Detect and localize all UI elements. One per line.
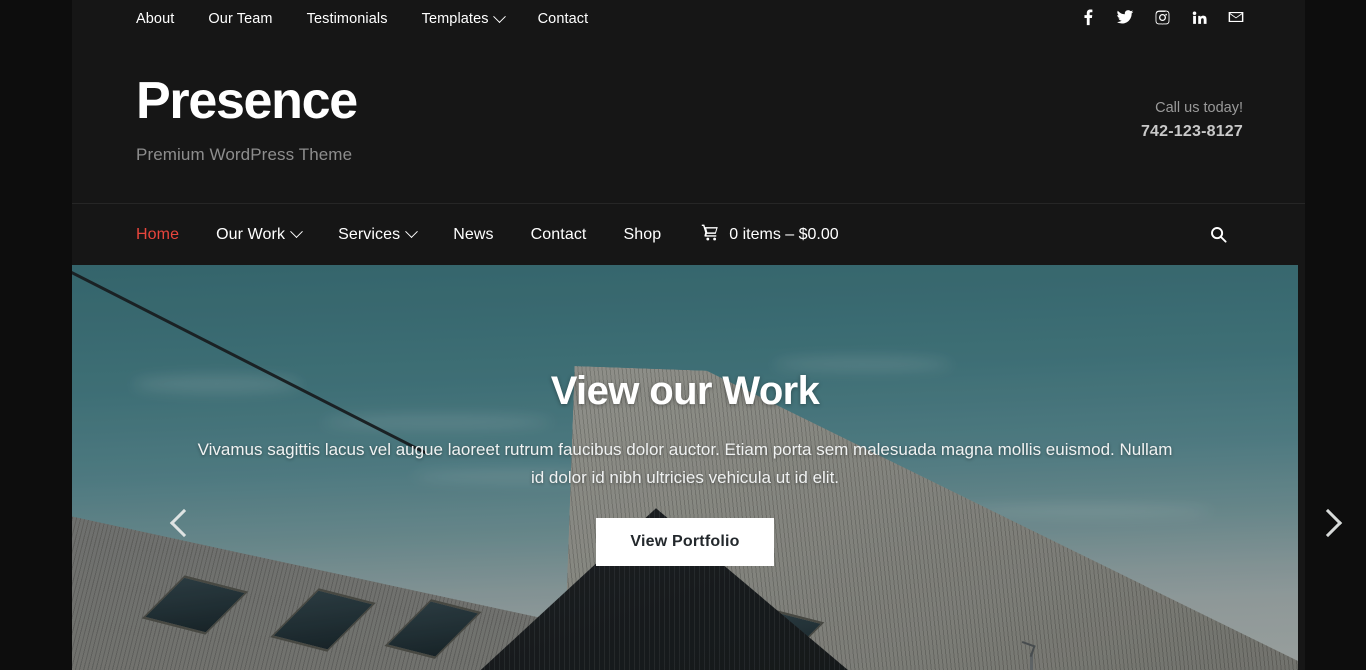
- instagram-icon[interactable]: [1153, 8, 1171, 26]
- nav-label: Home: [136, 225, 180, 243]
- cart-total-label: 0 items – $0.00: [729, 225, 839, 243]
- chevron-left-icon[interactable]: [169, 508, 200, 539]
- twitter-icon[interactable]: [1116, 8, 1134, 26]
- site-tagline: Premium WordPress Theme: [136, 144, 353, 164]
- shopping-cart-icon: [701, 223, 720, 247]
- email-icon[interactable]: [1227, 8, 1245, 26]
- hero-content: View our Work Vivamus sagittis lacus vel…: [72, 265, 1298, 670]
- linkedin-icon[interactable]: [1190, 8, 1208, 26]
- hero-paragraph: Vivamus sagittis lacus vel augue laoreet…: [197, 440, 1173, 487]
- topnav-label: Testimonials: [306, 11, 388, 27]
- secondary-navigation: About Our Team Testimonials Templates Co…: [136, 9, 589, 27]
- topnav-label: About: [136, 11, 175, 27]
- search-icon[interactable]: [1207, 224, 1229, 246]
- topnav-item-testimonials[interactable]: Testimonials: [307, 11, 388, 27]
- nav-label: Shop: [623, 225, 662, 243]
- call-to-action-phone: Call us today! 742-123-8127: [1141, 100, 1243, 141]
- site-branding: Presence Premium WordPress Theme: [136, 74, 358, 165]
- topnav-item-templates[interactable]: Templates: [421, 9, 506, 27]
- cart-link[interactable]: 0 items – $0.00: [701, 223, 839, 247]
- social-links: [1079, 8, 1245, 26]
- topnav-item-our-team[interactable]: Our Team: [208, 11, 272, 27]
- topnav-item-about[interactable]: About: [136, 11, 174, 27]
- phone-number[interactable]: 742-123-8127: [1141, 123, 1243, 141]
- facebook-icon[interactable]: [1079, 8, 1097, 26]
- page-root: About Our Team Testimonials Templates Co…: [0, 0, 1366, 670]
- chevron-down-icon: [405, 225, 419, 239]
- nav-item-services[interactable]: Services: [338, 225, 419, 244]
- nav-label: News: [453, 225, 494, 243]
- nav-item-shop[interactable]: Shop: [623, 226, 661, 244]
- top-utility-bar: About Our Team Testimonials Templates Co…: [72, 0, 1305, 42]
- nav-item-contact[interactable]: Contact: [531, 226, 587, 244]
- nav-item-home[interactable]: Home: [136, 226, 179, 244]
- nav-label: Our Work: [216, 225, 286, 243]
- primary-navigation: Home Our Work Services News Contact Shop…: [136, 223, 839, 247]
- chevron-down-icon: [492, 9, 506, 23]
- site-title[interactable]: Presence: [136, 74, 358, 129]
- chevron-down-icon: [290, 225, 303, 239]
- primary-navigation-bar: Home Our Work Services News Contact Shop…: [72, 203, 1305, 265]
- topnav-item-contact[interactable]: Contact: [538, 11, 589, 27]
- nav-item-our-work[interactable]: Our Work: [216, 225, 303, 244]
- topnav-label: Contact: [537, 11, 589, 27]
- chevron-right-icon[interactable]: [1313, 508, 1344, 539]
- topnav-label: Templates: [421, 11, 489, 27]
- view-portfolio-button[interactable]: View Portfolio: [596, 517, 774, 566]
- topnav-label: Our Team: [208, 11, 273, 27]
- site-container: About Our Team Testimonials Templates Co…: [72, 0, 1343, 670]
- nav-label: Contact: [530, 225, 587, 243]
- nav-item-news[interactable]: News: [453, 226, 493, 244]
- hero-title: View our Work: [550, 369, 820, 414]
- hero-slider: View our Work Vivamus sagittis lacus vel…: [72, 265, 1298, 670]
- nav-label: Services: [338, 225, 401, 243]
- call-label: Call us today!: [1155, 100, 1243, 116]
